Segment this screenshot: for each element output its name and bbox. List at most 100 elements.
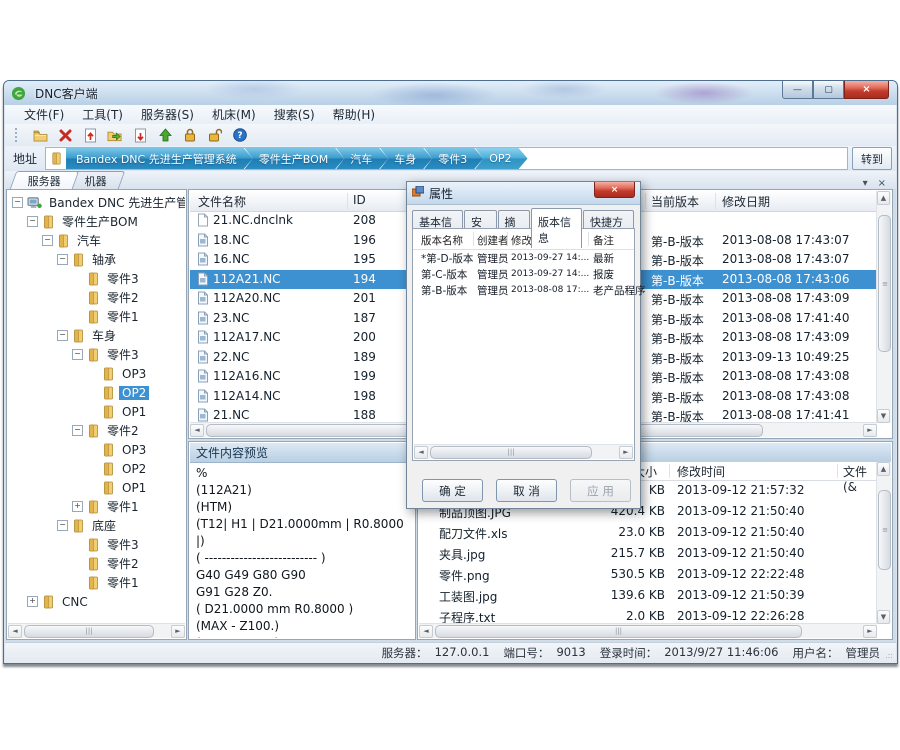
lock-icon[interactable] [181, 126, 199, 144]
tree-node-label[interactable]: Bandex DNC 先进生产管理系统 [46, 194, 185, 211]
tree-node[interactable]: − 零件3 [8, 345, 185, 364]
attachment-vscrollbar[interactable]: ▲ ≡ ▼ [876, 462, 891, 624]
scroll-left-icon[interactable]: ◄ [8, 625, 22, 638]
tree-node-label[interactable]: 零件2 [104, 289, 142, 306]
breadcrumb-segment-1[interactable]: 零件生产BOM [245, 148, 345, 169]
collapse-icon[interactable]: − [57, 330, 68, 341]
tree-node-label[interactable]: 轴承 [89, 251, 119, 268]
tree-node-label[interactable]: OP1 [119, 481, 149, 495]
attachment-row[interactable]: 配刀文件.xls23.0 KB2013-09-12 21:50:40 [419, 522, 877, 543]
breadcrumb-segment-4[interactable]: 零件3 [424, 148, 483, 169]
menu-item-4[interactable]: 搜索(S) [265, 105, 324, 124]
collapse-icon[interactable]: − [72, 425, 83, 436]
toolbar-grip[interactable] [15, 128, 20, 142]
attachment-row[interactable]: 零件.png530.5 KB2013-09-12 22:22:48 [419, 564, 877, 585]
ok-button[interactable]: 确 定 [422, 479, 483, 502]
tree-node[interactable]: −零件2 [8, 421, 185, 440]
dialog-close-button[interactable]: × [594, 182, 635, 198]
attachment-hscrollbar[interactable]: ◄ ||| ► [419, 623, 877, 638]
tree-node-label[interactable]: 零件1 [104, 308, 142, 325]
tree-node[interactable]: 零件2 [8, 554, 185, 573]
tree-node-label[interactable]: OP2 [119, 386, 149, 400]
menu-item-2[interactable]: 服务器(S) [132, 105, 203, 124]
tree-node[interactable]: OP1 [8, 478, 185, 497]
collapse-icon[interactable]: − [12, 197, 23, 208]
tree-node-label[interactable]: 零件3 [104, 346, 142, 363]
version-table-header[interactable]: 版本名称 创建者 修改时间 备注 [413, 231, 634, 250]
tree-node-label[interactable]: 汽车 [74, 232, 104, 249]
menu-item-1[interactable]: 工具(T) [73, 105, 132, 124]
column-id[interactable]: ID [353, 193, 366, 207]
pane-collapse-icon[interactable]: ▾ [863, 178, 868, 189]
column-version[interactable]: 当前版本 [651, 193, 699, 210]
tree-node-label[interactable]: CNC [59, 595, 91, 609]
tree-hscrollbar[interactable]: ◄ ||| ► [8, 623, 185, 638]
cancel-button[interactable]: 取 消 [496, 479, 557, 502]
resize-grip[interactable]: .:: [885, 651, 893, 660]
tree-node-label[interactable]: 零件1 [104, 498, 142, 515]
tree-node-label[interactable]: 零件2 [104, 555, 142, 572]
column-mod-time[interactable]: 修改时间 [677, 463, 725, 480]
minimize-button[interactable]: — [782, 81, 813, 99]
dialog-title-bar[interactable]: 属性 × [407, 182, 640, 205]
tree-node[interactable]: −零件生产BOM [8, 212, 185, 231]
tree-node[interactable]: − 汽车 [8, 231, 185, 250]
collapse-icon[interactable]: − [42, 235, 53, 246]
column-mod-date[interactable]: 修改日期 [722, 193, 770, 210]
tree-node[interactable]: 零件1 [8, 573, 185, 592]
checkout-file-icon[interactable] [131, 126, 149, 144]
column-note[interactable]: 备注 [593, 233, 614, 248]
view-tab-server[interactable]: 服务器 [10, 171, 80, 189]
menu-item-0[interactable]: 文件(F) [15, 105, 73, 124]
tree-node-label[interactable]: OP1 [119, 405, 149, 419]
address-field[interactable]: Bandex DNC 先进生产管理系统零件生产BOM汽车车身零件3OP2 [45, 147, 848, 170]
attachment-row[interactable]: 夹具.jpg215.7 KB2013-09-12 21:50:40 [419, 543, 877, 564]
checkin-file-icon[interactable] [81, 126, 99, 144]
tree-node[interactable]: −底座 [8, 516, 185, 535]
tree-node[interactable]: OP1 [8, 402, 185, 421]
tree-node-label[interactable]: OP3 [119, 443, 149, 457]
expand-icon[interactable]: + [27, 596, 38, 607]
column-file-name[interactable]: 文件名称 [198, 193, 246, 210]
scroll-right-icon[interactable]: ► [863, 424, 877, 437]
scroll-right-icon[interactable]: ► [171, 625, 185, 638]
collapse-icon[interactable]: − [72, 349, 83, 360]
unlock-icon[interactable] [206, 126, 224, 144]
version-row[interactable]: 第-B-版本管理员2013-08-08 17:...老产品程序 [413, 282, 634, 298]
tree-node[interactable]: −轴承 [8, 250, 185, 269]
tree-node-label[interactable]: 车身 [89, 327, 119, 344]
scroll-left-icon[interactable]: ◄ [414, 446, 428, 459]
scroll-right-icon[interactable]: ► [863, 625, 877, 638]
go-button[interactable]: 转到 [852, 147, 892, 170]
attachment-row[interactable]: 工装图.jpg139.6 KB2013-09-12 21:50:39 [419, 585, 877, 606]
collapse-icon[interactable]: − [57, 520, 68, 531]
title-bar[interactable]: DNC客户端 — ▢ × [4, 81, 897, 105]
tree-node-label[interactable]: 零件3 [104, 270, 142, 287]
column-version-name[interactable]: 版本名称 [421, 233, 463, 248]
tree-node-label[interactable]: 零件1 [104, 574, 142, 591]
file-list-vscrollbar[interactable]: ▲ ≡ ▼ [876, 191, 891, 423]
pane-close-icon[interactable]: × [878, 178, 886, 189]
scroll-right-icon[interactable]: ► [619, 446, 633, 459]
tree-node[interactable]: +零件1 [8, 497, 185, 516]
menu-item-5[interactable]: 帮助(H) [324, 105, 384, 124]
send-icon[interactable] [156, 126, 174, 144]
tree-node-label[interactable]: 零件3 [104, 536, 142, 553]
tree-node-label[interactable]: OP3 [119, 367, 149, 381]
tree-node[interactable]: − 车身 [8, 326, 185, 345]
new-folder-icon[interactable] [31, 126, 49, 144]
tree-node[interactable]: 零件2 [8, 288, 185, 307]
dialog-tab-3[interactable]: 版本信息 [531, 208, 582, 248]
tree-node[interactable]: OP3 [8, 364, 185, 383]
version-row[interactable]: 第-C-版本管理员2013-09-27 14:...报废 [413, 266, 634, 282]
tree-node[interactable]: 零件3 [8, 269, 185, 288]
tree-node[interactable]: OP2 [8, 383, 185, 402]
dialog-hscrollbar[interactable]: ◄ ||| ► [414, 444, 633, 459]
open-folder-icon[interactable] [106, 126, 124, 144]
scroll-up-icon[interactable]: ▲ [877, 462, 890, 476]
breadcrumb-segment-0[interactable]: Bandex DNC 先进生产管理系统 [66, 148, 253, 169]
tree-node[interactable]: OP3 [8, 440, 185, 459]
tree-node[interactable]: − Bandex DNC 先进生产管理系统 [8, 193, 185, 212]
maximize-button[interactable]: ▢ [813, 81, 844, 99]
delete-icon[interactable] [56, 126, 74, 144]
